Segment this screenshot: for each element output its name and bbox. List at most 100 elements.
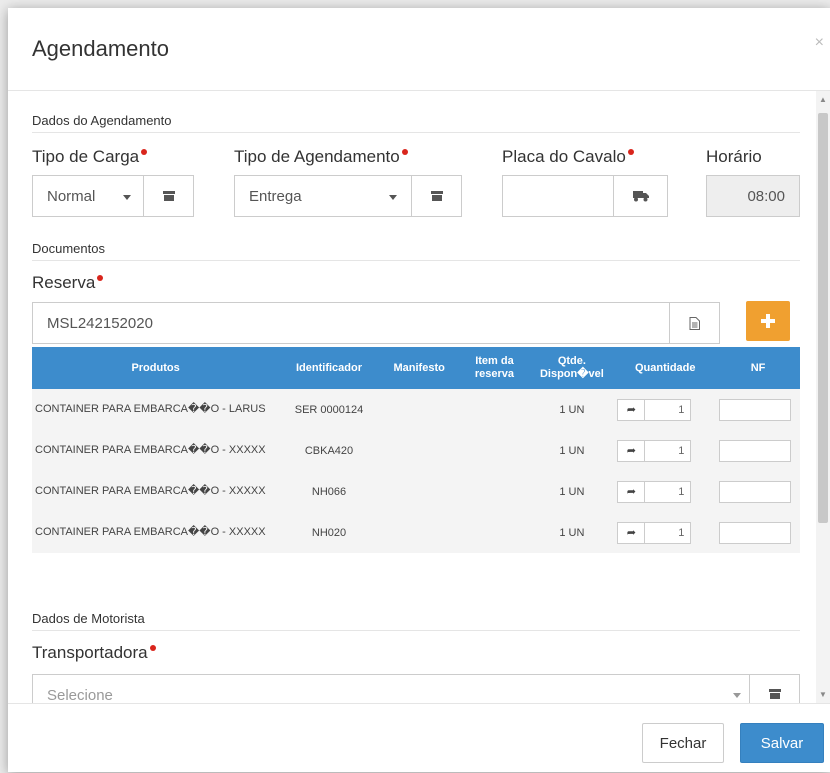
nf-input[interactable] [719,521,792,544]
transportadora-archive-button[interactable] [750,674,800,703]
table-row: CONTAINER PARA EMBARCA��O - LARUS SER 00… [32,389,800,430]
quantidade-input[interactable]: 1 [645,480,692,503]
placa-cavalo-label-text: Placa do Cavalo [502,147,626,166]
scrollbar-thumb[interactable] [818,113,828,523]
nf-input[interactable] [719,480,792,503]
horario-label: Horário [706,147,762,166]
header-nf[interactable]: NF [716,347,800,389]
tipo-agendamento-select[interactable]: Entrega [234,175,412,217]
required-marker [97,275,104,281]
modal-title: Agendamento [32,36,169,61]
reserva-label-text: Reserva [32,273,96,292]
cell-manifesto [378,389,460,430]
table-header-row: Produtos Identificador Manifesto Item da… [32,347,800,389]
produtos-table: Produtos Identificador Manifesto Item da… [32,347,800,553]
header-produtos[interactable]: Produtos [32,347,280,389]
required-marker [149,645,156,651]
header-identificador[interactable]: Identificador [279,347,379,389]
fechar-button[interactable]: Fechar [642,723,724,763]
cell-produto: CONTAINER PARA EMBARCA��O - XXXXX [32,471,280,512]
cell-qtde: 1 UN [529,430,615,471]
section-documentos: Documentos [32,241,800,261]
cell-nf [716,512,800,553]
tipo-agendamento-value: Entrega [249,188,302,205]
transportadora-label-text: Transportadora [32,643,148,662]
add-reserva-button[interactable] [746,301,790,341]
transportadora-select[interactable]: Selecione [32,674,750,703]
cell-qtde: 1 UN [529,471,615,512]
required-marker [627,149,634,155]
tipo-agendamento-label-text: Tipo de Agendamento [234,147,400,166]
agendamento-modal: Agendamento × Dados do Agendamento Tipo … [8,8,830,772]
cell-quantidade: ➦ 1 [614,389,717,430]
modal-scrollbar[interactable]: ▲ ▼ [816,91,830,703]
chevron-down-icon [389,195,397,200]
tipo-carga-value: Normal [47,188,96,205]
cell-identificador: NH020 [279,512,379,553]
horario-value: 08:00 [747,188,785,205]
nf-input[interactable] [719,439,792,462]
cell-qtde: 1 UN [529,389,615,430]
truck-icon [632,191,649,202]
cell-item-reserva [459,430,530,471]
required-marker [141,149,148,155]
header-qtde-disponivel[interactable]: Qtde. Dispon�vel [529,347,615,389]
placa-cavalo-input[interactable] [502,175,614,217]
cell-nf [716,389,800,430]
cell-quantidade: ➦ 1 [614,471,717,512]
scroll-up-icon[interactable]: ▲ [819,95,827,104]
table-row: CONTAINER PARA EMBARCA��O - XXXXX NH066 … [32,471,800,512]
cell-quantidade: ➦ 1 [614,430,717,471]
tipo-carga-archive-button[interactable] [144,175,194,217]
quantidade-input[interactable]: 1 [645,398,692,421]
share-icon[interactable]: ➦ [617,439,646,462]
cell-nf [716,471,800,512]
required-marker [401,149,408,155]
chevron-down-icon [123,195,131,200]
quantidade-group: ➦ 1 [617,480,713,503]
reserva-label: Reserva [32,273,104,293]
share-icon[interactable]: ➦ [617,398,646,421]
reserva-document-button[interactable] [670,302,720,344]
placa-cavalo-truck-button[interactable] [614,175,668,217]
cell-identificador: CBKA420 [279,430,379,471]
cell-item-reserva [459,471,530,512]
cell-nf [716,430,800,471]
quantidade-input[interactable]: 1 [645,521,692,544]
cell-identificador: SER 0000124 [279,389,379,430]
cell-quantidade: ➦ 1 [614,512,717,553]
transportadora-placeholder: Selecione [47,687,113,703]
modal-body: Dados do Agendamento Tipo de Carga Norma… [8,91,830,703]
nf-input[interactable] [719,398,792,421]
table-row: CONTAINER PARA EMBARCA��O - XXXXX NH020 … [32,512,800,553]
share-icon[interactable]: ➦ [617,480,646,503]
cell-produto: CONTAINER PARA EMBARCA��O - LARUS [32,389,280,430]
close-button[interactable]: × [815,34,824,52]
quantidade-group: ➦ 1 [617,521,713,544]
cell-manifesto [378,471,460,512]
document-icon [689,316,700,330]
header-quantidade[interactable]: Quantidade [614,347,717,389]
placa-cavalo-label: Placa do Cavalo [502,147,634,167]
share-icon[interactable]: ➦ [617,521,646,544]
salvar-button[interactable]: Salvar [740,723,824,763]
scroll-down-icon[interactable]: ▼ [819,690,827,699]
cell-manifesto [378,512,460,553]
quantidade-input[interactable]: 1 [645,439,692,462]
tipo-carga-select[interactable]: Normal [32,175,144,217]
tipo-carga-label: Tipo de Carga [32,147,148,167]
plus-icon [761,314,775,328]
section-dados-agendamento: Dados do Agendamento [32,113,800,133]
quantidade-group: ➦ 1 [617,398,713,421]
cell-item-reserva [459,512,530,553]
cell-identificador: NH066 [279,471,379,512]
tipo-agendamento-archive-button[interactable] [412,175,462,217]
header-manifesto[interactable]: Manifesto [378,347,460,389]
chevron-down-icon [733,693,741,698]
reserva-input[interactable]: MSL242152020 [32,302,670,344]
cell-produto: CONTAINER PARA EMBARCA��O - XXXXX [32,430,280,471]
cell-item-reserva [459,389,530,430]
horario-input[interactable]: 08:00 [706,175,800,217]
tipo-carga-label-text: Tipo de Carga [32,147,140,166]
header-item-reserva[interactable]: Item da reserva [459,347,530,389]
